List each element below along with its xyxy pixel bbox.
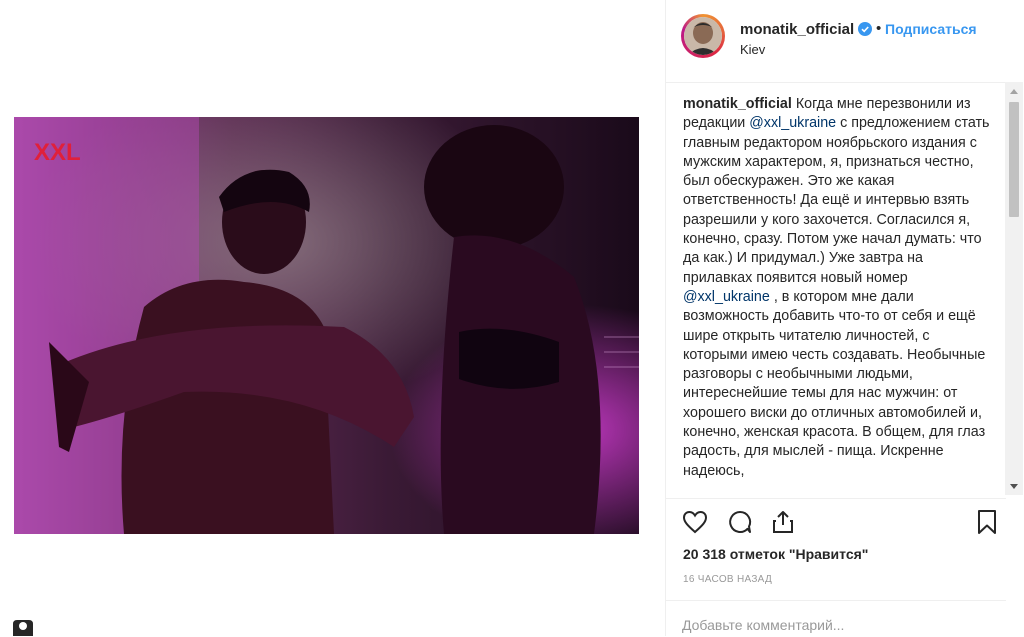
caption-scrollbar[interactable] xyxy=(1005,82,1023,495)
bookmark-icon[interactable] xyxy=(974,509,1000,535)
verified-badge-icon xyxy=(858,22,872,36)
follow-button[interactable]: Подписаться xyxy=(885,21,977,37)
avatar-image xyxy=(684,17,722,55)
profile-corner-icon[interactable] xyxy=(10,614,36,636)
post-details-panel: monatik_official • Подписаться Kiev mona… xyxy=(665,0,1024,636)
avatar[interactable] xyxy=(681,14,725,58)
post-username[interactable]: monatik_official xyxy=(740,21,854,38)
post-caption: monatik_official Когда мне перезвонили и… xyxy=(683,95,993,498)
post-photo-illustration: XXL xyxy=(14,117,639,534)
caption-username[interactable]: monatik_official xyxy=(683,96,792,112)
caption-text-2: с предложением стать главным редактором … xyxy=(683,115,990,286)
comment-icon[interactable] xyxy=(727,509,753,535)
share-icon[interactable] xyxy=(770,509,796,535)
post-actions xyxy=(666,498,1006,544)
post-location[interactable]: Kiev xyxy=(740,42,765,57)
separator-dot: • xyxy=(876,20,882,37)
caption-mention-2[interactable]: @xxl_ukraine xyxy=(683,289,770,305)
scroll-up-arrow-icon[interactable] xyxy=(1005,82,1023,99)
comment-input[interactable] xyxy=(682,617,982,633)
caption-text-3: , в котором мне дали возможность добавит… xyxy=(683,288,986,479)
comment-box xyxy=(666,600,1006,637)
post-timestamp[interactable]: 16 ЧАСОВ НАЗАД xyxy=(683,574,772,585)
scroll-down-arrow-icon[interactable] xyxy=(1005,478,1023,495)
scrollbar-thumb[interactable] xyxy=(1009,102,1019,217)
heart-icon[interactable] xyxy=(682,509,708,535)
xxl-logo: XXL xyxy=(34,139,81,166)
post-header: monatik_official • Подписаться Kiev xyxy=(666,0,1006,83)
likes-count[interactable]: 20 318 отметок "Нравится" xyxy=(683,546,868,562)
caption-mention-1[interactable]: @xxl_ukraine xyxy=(749,115,836,131)
post-image[interactable]: XXL xyxy=(14,117,639,534)
